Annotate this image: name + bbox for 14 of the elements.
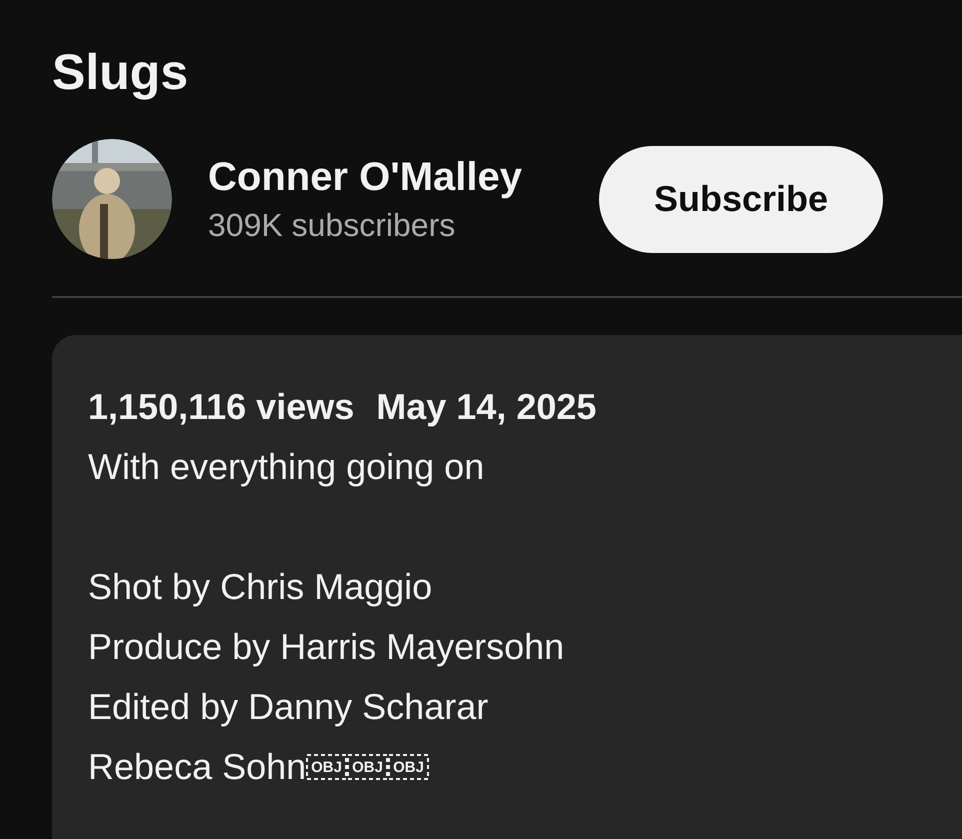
- object-replacement-icon: OBJ: [347, 754, 388, 780]
- subscriber-count: 309K subscribers: [208, 206, 456, 245]
- subscribe-button[interactable]: Subscribe: [599, 146, 883, 252]
- object-replacement-icon: OBJ: [306, 754, 348, 780]
- view-count: 1,150,116 views: [88, 385, 354, 429]
- object-replacement-icon: OBJ: [388, 754, 430, 780]
- description-line: Produce by Harris Mayersohn: [88, 625, 564, 669]
- description-line: Shot by Chris Maggio: [88, 565, 432, 609]
- description-line: With everything going on: [88, 445, 484, 489]
- channel-name[interactable]: Conner O'Malley: [208, 151, 592, 203]
- video-title: Slugs: [52, 43, 190, 102]
- description-line: Rebeca Sohn: [88, 745, 306, 789]
- upload-date: May 14, 2025: [376, 385, 596, 429]
- description-line: Edited by Danny Scharar: [88, 685, 488, 729]
